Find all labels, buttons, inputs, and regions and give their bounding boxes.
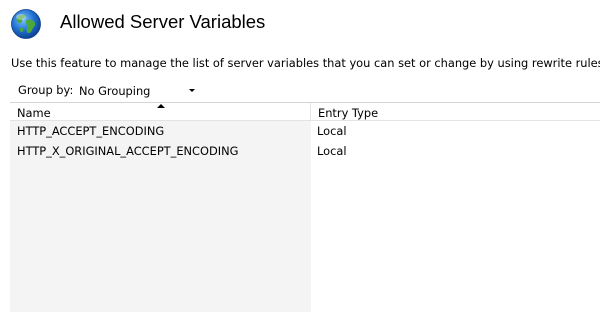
list-item[interactable]: HTTP_X_ORIGINAL_ACCEPT_ENCODING Local bbox=[10, 141, 600, 161]
globe-icon bbox=[11, 9, 41, 39]
sort-ascending-icon bbox=[157, 104, 165, 108]
entry-type: Local bbox=[317, 124, 347, 138]
column-header-name[interactable]: Name bbox=[10, 103, 311, 121]
page-title: Allowed Server Variables bbox=[60, 11, 266, 32]
column-header-entry-type[interactable]: Entry Type bbox=[311, 103, 600, 121]
variable-name: HTTP_ACCEPT_ENCODING bbox=[17, 124, 165, 138]
feature-description: Use this feature to manage the list of s… bbox=[11, 56, 600, 70]
entry-type: Local bbox=[317, 144, 347, 158]
column-header-label: Name bbox=[17, 106, 51, 120]
list-item[interactable]: HTTP_ACCEPT_ENCODING Local bbox=[10, 121, 600, 141]
group-by-dropdown[interactable]: No Grouping bbox=[74, 80, 202, 100]
list-header: Name Entry Type bbox=[10, 102, 600, 121]
server-variables-list: Name Entry Type HTTP_ACCEPT_ENCODING Loc… bbox=[10, 102, 600, 312]
allowed-server-variables-page: Allowed Server Variables Use this featur… bbox=[0, 0, 600, 312]
list-body: HTTP_ACCEPT_ENCODING Local HTTP_X_ORIGIN… bbox=[10, 121, 600, 312]
group-by-label: Group by: bbox=[18, 83, 74, 97]
chevron-down-icon[interactable] bbox=[189, 89, 195, 92]
group-by-toolbar: Group by: No Grouping bbox=[10, 79, 600, 101]
page-header: Allowed Server Variables bbox=[0, 0, 600, 50]
group-by-selected-value: No Grouping bbox=[79, 84, 151, 98]
column-header-label: Entry Type bbox=[318, 106, 379, 120]
variable-name: HTTP_X_ORIGINAL_ACCEPT_ENCODING bbox=[17, 144, 239, 158]
